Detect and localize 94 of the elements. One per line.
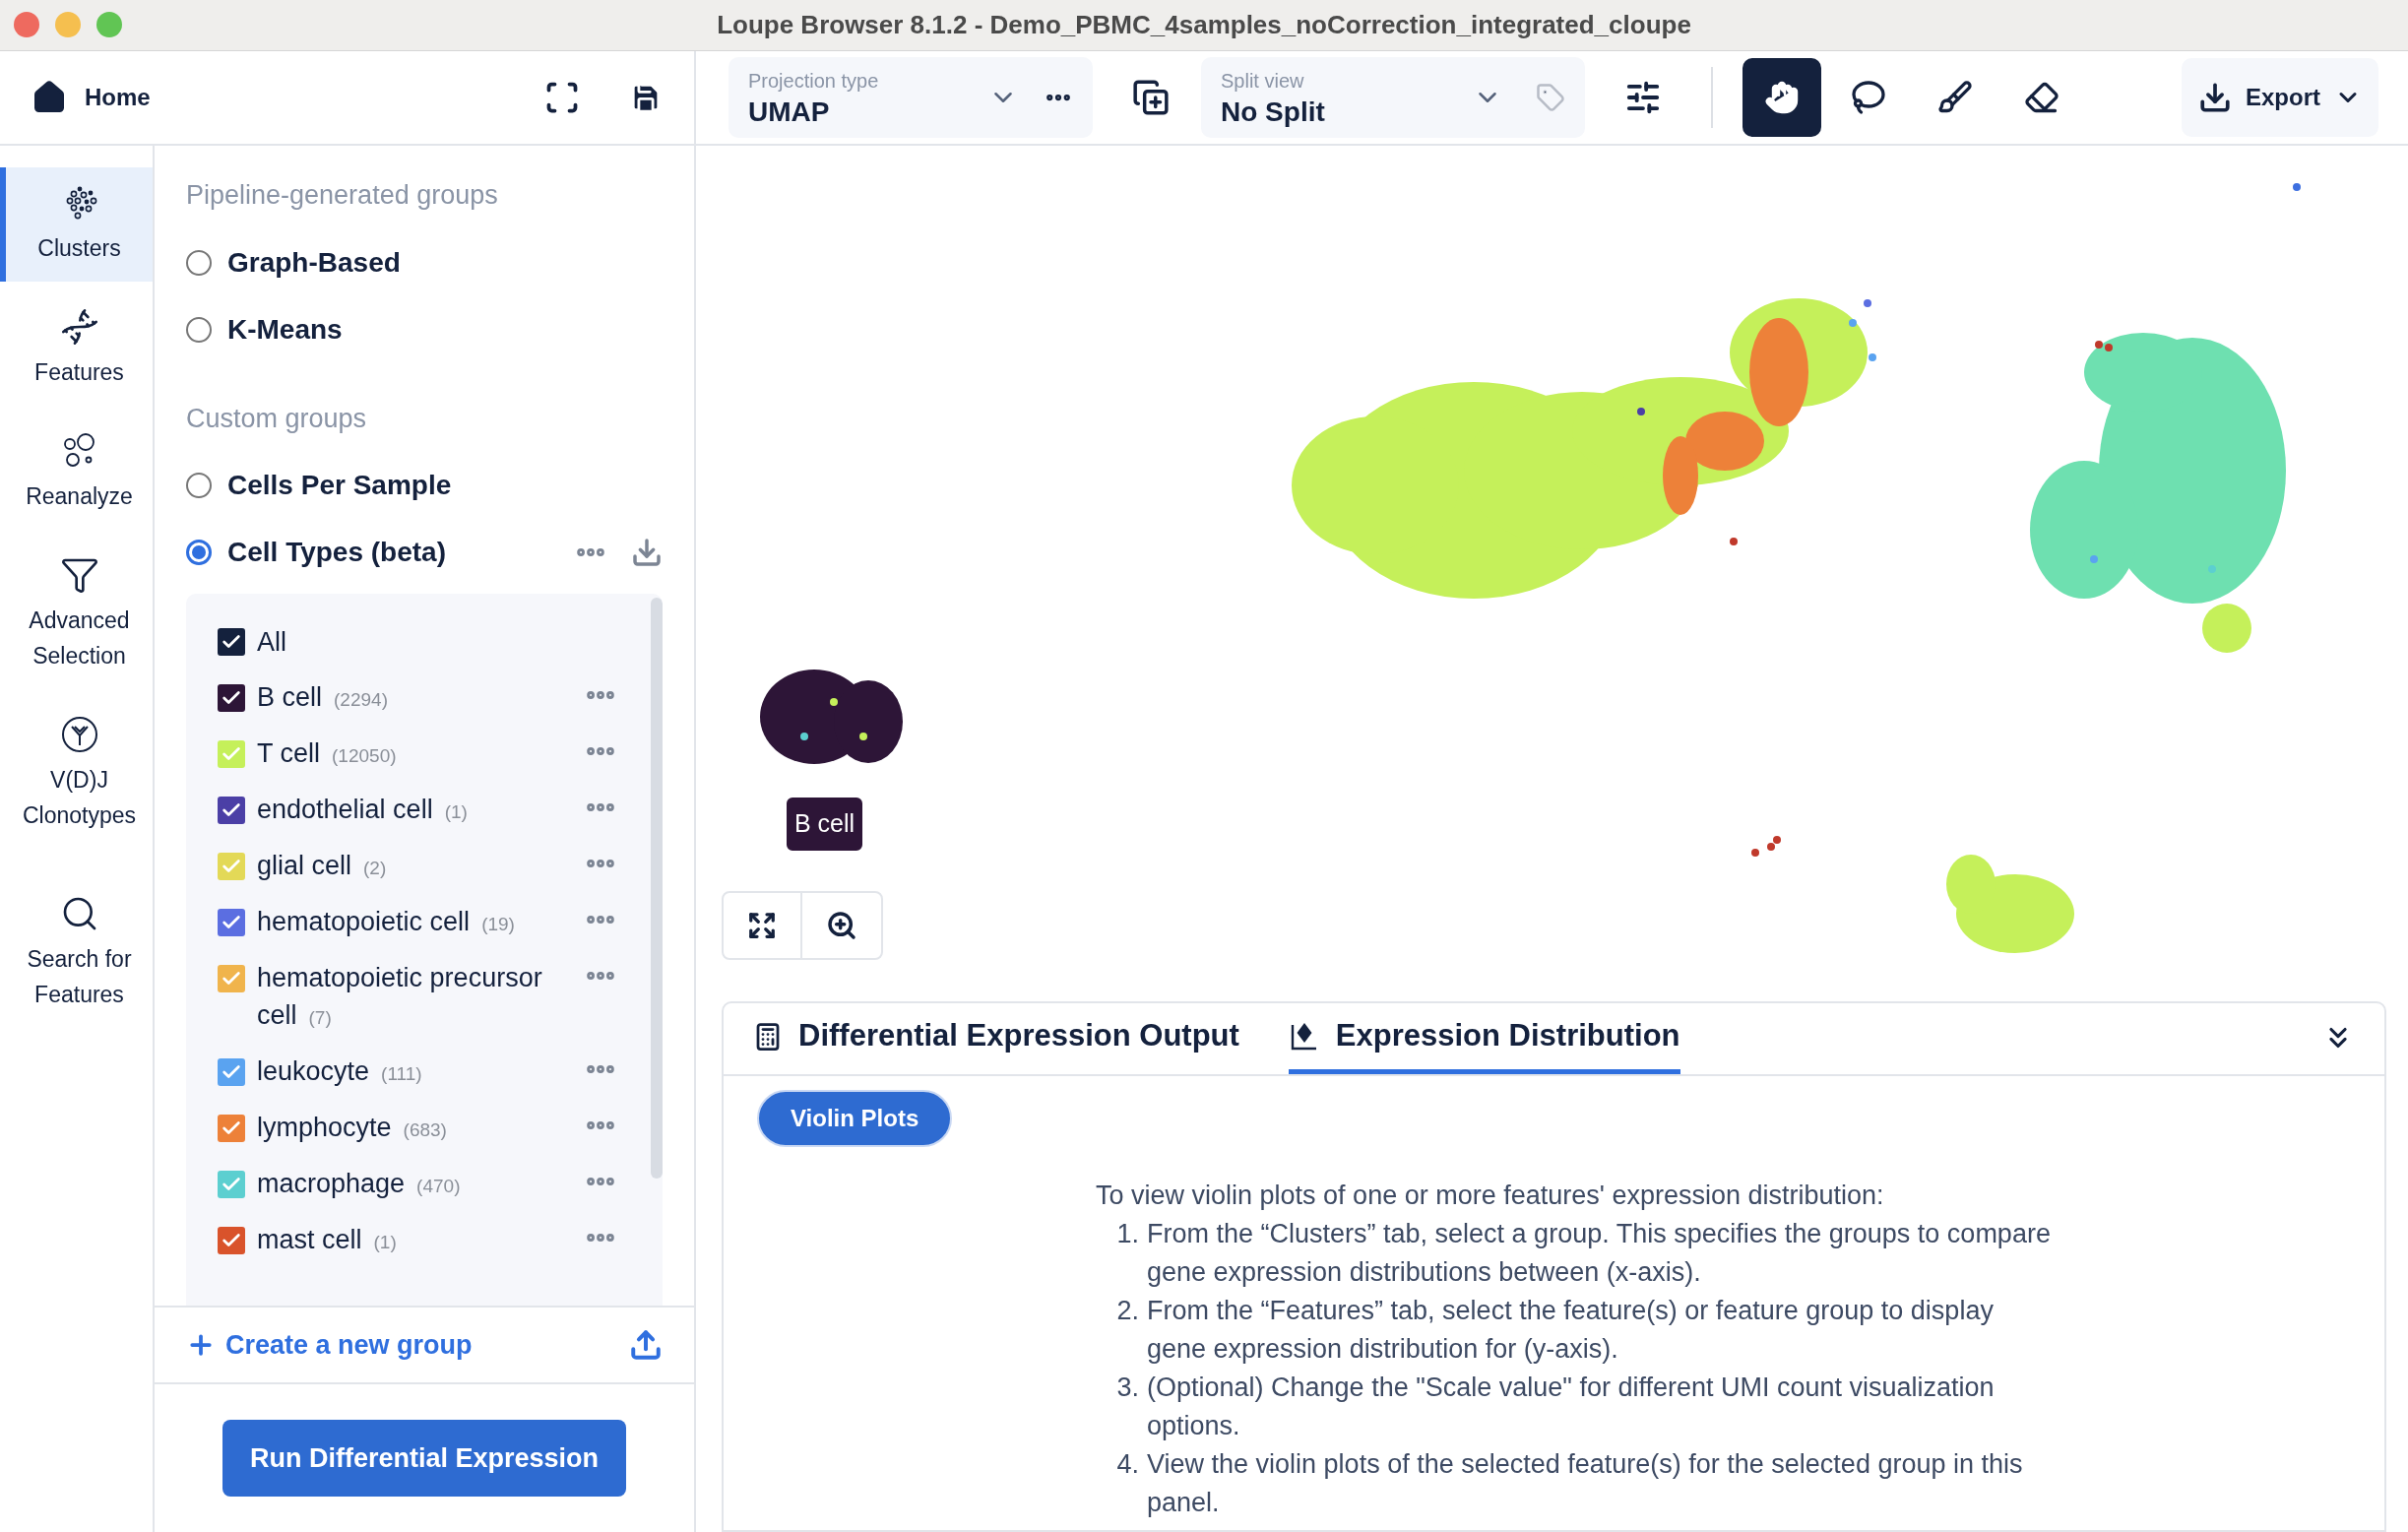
cell-point bbox=[2105, 344, 2113, 351]
close-window-button[interactable] bbox=[14, 12, 39, 37]
export-button[interactable]: Export bbox=[2182, 58, 2378, 137]
projection-label: Projection type bbox=[748, 69, 879, 94]
cell-type-label[interactable]: hematopoietic precursor cell (7) bbox=[257, 959, 572, 1037]
cell-point bbox=[1869, 353, 1876, 361]
scrollbar-thumb[interactable] bbox=[651, 598, 663, 1179]
lasso-icon bbox=[1851, 80, 1886, 115]
panel-tab[interactable]: Differential Expression Output bbox=[753, 1003, 1239, 1074]
cell-type-label[interactable]: glial cell (2) bbox=[257, 847, 572, 887]
eraser-icon bbox=[2024, 80, 2059, 115]
cell-type-label[interactable]: leukocyte (111) bbox=[257, 1053, 572, 1093]
cell-type-label[interactable]: endothelial cell (1) bbox=[257, 791, 572, 831]
split-view-dropdown[interactable]: Split view No Split bbox=[1201, 57, 1585, 138]
cell-type-label[interactable]: B cell (2294) bbox=[257, 678, 572, 719]
group-option[interactable]: K-Means bbox=[186, 308, 343, 351]
group-option[interactable]: Cell Types (beta) bbox=[186, 532, 446, 573]
projection-dropdown[interactable]: Projection type UMAP bbox=[729, 57, 1093, 138]
step-number: 3. bbox=[1115, 1372, 1140, 1404]
checkbox[interactable] bbox=[218, 628, 245, 656]
checkbox[interactable] bbox=[218, 1058, 245, 1086]
instructions-intro: To view violin plots of one or more features' expression distribution: bbox=[1096, 1180, 1885, 1212]
checkbox[interactable] bbox=[218, 684, 245, 712]
nav-item[interactable]: Features bbox=[0, 291, 153, 406]
cell-type-label[interactable]: hematopoietic cell (19) bbox=[257, 903, 572, 943]
section-heading: Pipeline-generated groups bbox=[186, 179, 499, 212]
split-view-label: Split view bbox=[1221, 69, 1305, 94]
cell-point bbox=[2090, 555, 2098, 563]
expand-icon bbox=[747, 911, 777, 940]
projection-value: UMAP bbox=[748, 96, 831, 129]
section-heading: Custom groups bbox=[186, 402, 368, 435]
checkbox[interactable] bbox=[218, 965, 245, 992]
radio-button[interactable] bbox=[186, 540, 212, 565]
radio-button[interactable] bbox=[186, 473, 212, 498]
cell-point bbox=[800, 733, 808, 740]
download-icon[interactable] bbox=[631, 537, 663, 568]
cell-type-label[interactable]: mast cell (1) bbox=[257, 1221, 572, 1261]
cell-type-label[interactable]: macrophage (470) bbox=[257, 1165, 572, 1205]
nav-item[interactable]: Reanalyze bbox=[0, 415, 153, 530]
maximize-window-button[interactable] bbox=[96, 12, 122, 37]
checkbox[interactable] bbox=[218, 1171, 245, 1198]
checkbox-label[interactable]: All bbox=[257, 621, 286, 663]
step-text: From the “Features” tab, select the feature(s) or feature group to display gene expression distribution for (y-axis). bbox=[1147, 1295, 1995, 1366]
group-option[interactable]: Graph-Based bbox=[186, 241, 401, 284]
cell-point bbox=[1730, 538, 1738, 545]
checkbox[interactable] bbox=[218, 1115, 245, 1142]
cell-type-label[interactable]: lymphocyte (683) bbox=[257, 1109, 572, 1149]
step-text: (Optional) Change the "Scale value" for different UMI count visualization options. bbox=[1147, 1372, 1996, 1442]
window-title: Loupe Browser 8.1.2 - Demo_PBMC_4samples_noCorrection_integrated_cloupe bbox=[717, 9, 1691, 41]
step-number: 2. bbox=[1115, 1295, 1140, 1327]
cell-point bbox=[859, 733, 867, 740]
create-group-link[interactable]: Create a new group bbox=[186, 1324, 473, 1366]
step-number: 4. bbox=[1115, 1448, 1140, 1481]
cell-point bbox=[2293, 183, 2301, 191]
nav-item[interactable]: V(D)J Clonotypes bbox=[0, 699, 153, 849]
cell-point bbox=[1864, 299, 1871, 307]
step-number: 1. bbox=[1115, 1218, 1140, 1250]
panel-tab[interactable]: Expression Distribution bbox=[1288, 1003, 1680, 1074]
run-differential-expression-button[interactable]: Run Differential Expression bbox=[222, 1420, 626, 1497]
cell-point bbox=[2208, 565, 2216, 573]
cell-point bbox=[2095, 341, 2103, 349]
cell-point bbox=[1751, 849, 1759, 857]
checkbox[interactable] bbox=[218, 797, 245, 824]
radio-button[interactable] bbox=[186, 249, 212, 276]
violin-plots-tab[interactable]: Violin Plots bbox=[757, 1090, 953, 1147]
cluster-label: B cell bbox=[785, 796, 865, 853]
dna-icon bbox=[59, 307, 99, 347]
checkbox[interactable] bbox=[218, 909, 245, 936]
nav-item[interactable]: Search for Features bbox=[0, 878, 153, 1028]
settings-sliders-icon[interactable] bbox=[1624, 79, 1662, 116]
cell-type-label[interactable]: T cell (12050) bbox=[257, 734, 572, 775]
home-icon bbox=[32, 80, 67, 115]
cell-point bbox=[1849, 319, 1857, 327]
new-window-icon[interactable] bbox=[1132, 79, 1170, 116]
checkbox[interactable] bbox=[218, 1227, 245, 1254]
zoom-in-icon bbox=[826, 910, 857, 941]
cell-point bbox=[1637, 408, 1645, 415]
step-text: From the “Clusters” tab, select a group. This specifies the groups to compare gene expression distributions between (x-axis). bbox=[1147, 1218, 2052, 1289]
nav-item[interactable]: Advanced Selection bbox=[0, 540, 153, 689]
home-button[interactable]: Home bbox=[32, 80, 151, 115]
brush-icon bbox=[1937, 80, 1973, 115]
step-text: View the violin plots of the selected feature(s) for the selected group in this panel. bbox=[1147, 1448, 2024, 1519]
group-option[interactable]: Cells Per Sample bbox=[186, 465, 452, 506]
nav-item[interactable]: Clusters bbox=[0, 167, 153, 282]
upload-icon[interactable] bbox=[629, 1328, 663, 1362]
radio-button[interactable] bbox=[186, 316, 212, 343]
umap-plot[interactable]: B cell bbox=[696, 146, 2408, 985]
fullscreen-icon[interactable] bbox=[544, 80, 580, 115]
hand-icon bbox=[1764, 80, 1800, 115]
split-view-value: No Split bbox=[1221, 96, 1325, 129]
antibody-icon bbox=[59, 715, 99, 754]
cell-point bbox=[830, 698, 838, 706]
hand-tool-button[interactable] bbox=[1743, 58, 1821, 137]
download-icon bbox=[2198, 81, 2232, 114]
